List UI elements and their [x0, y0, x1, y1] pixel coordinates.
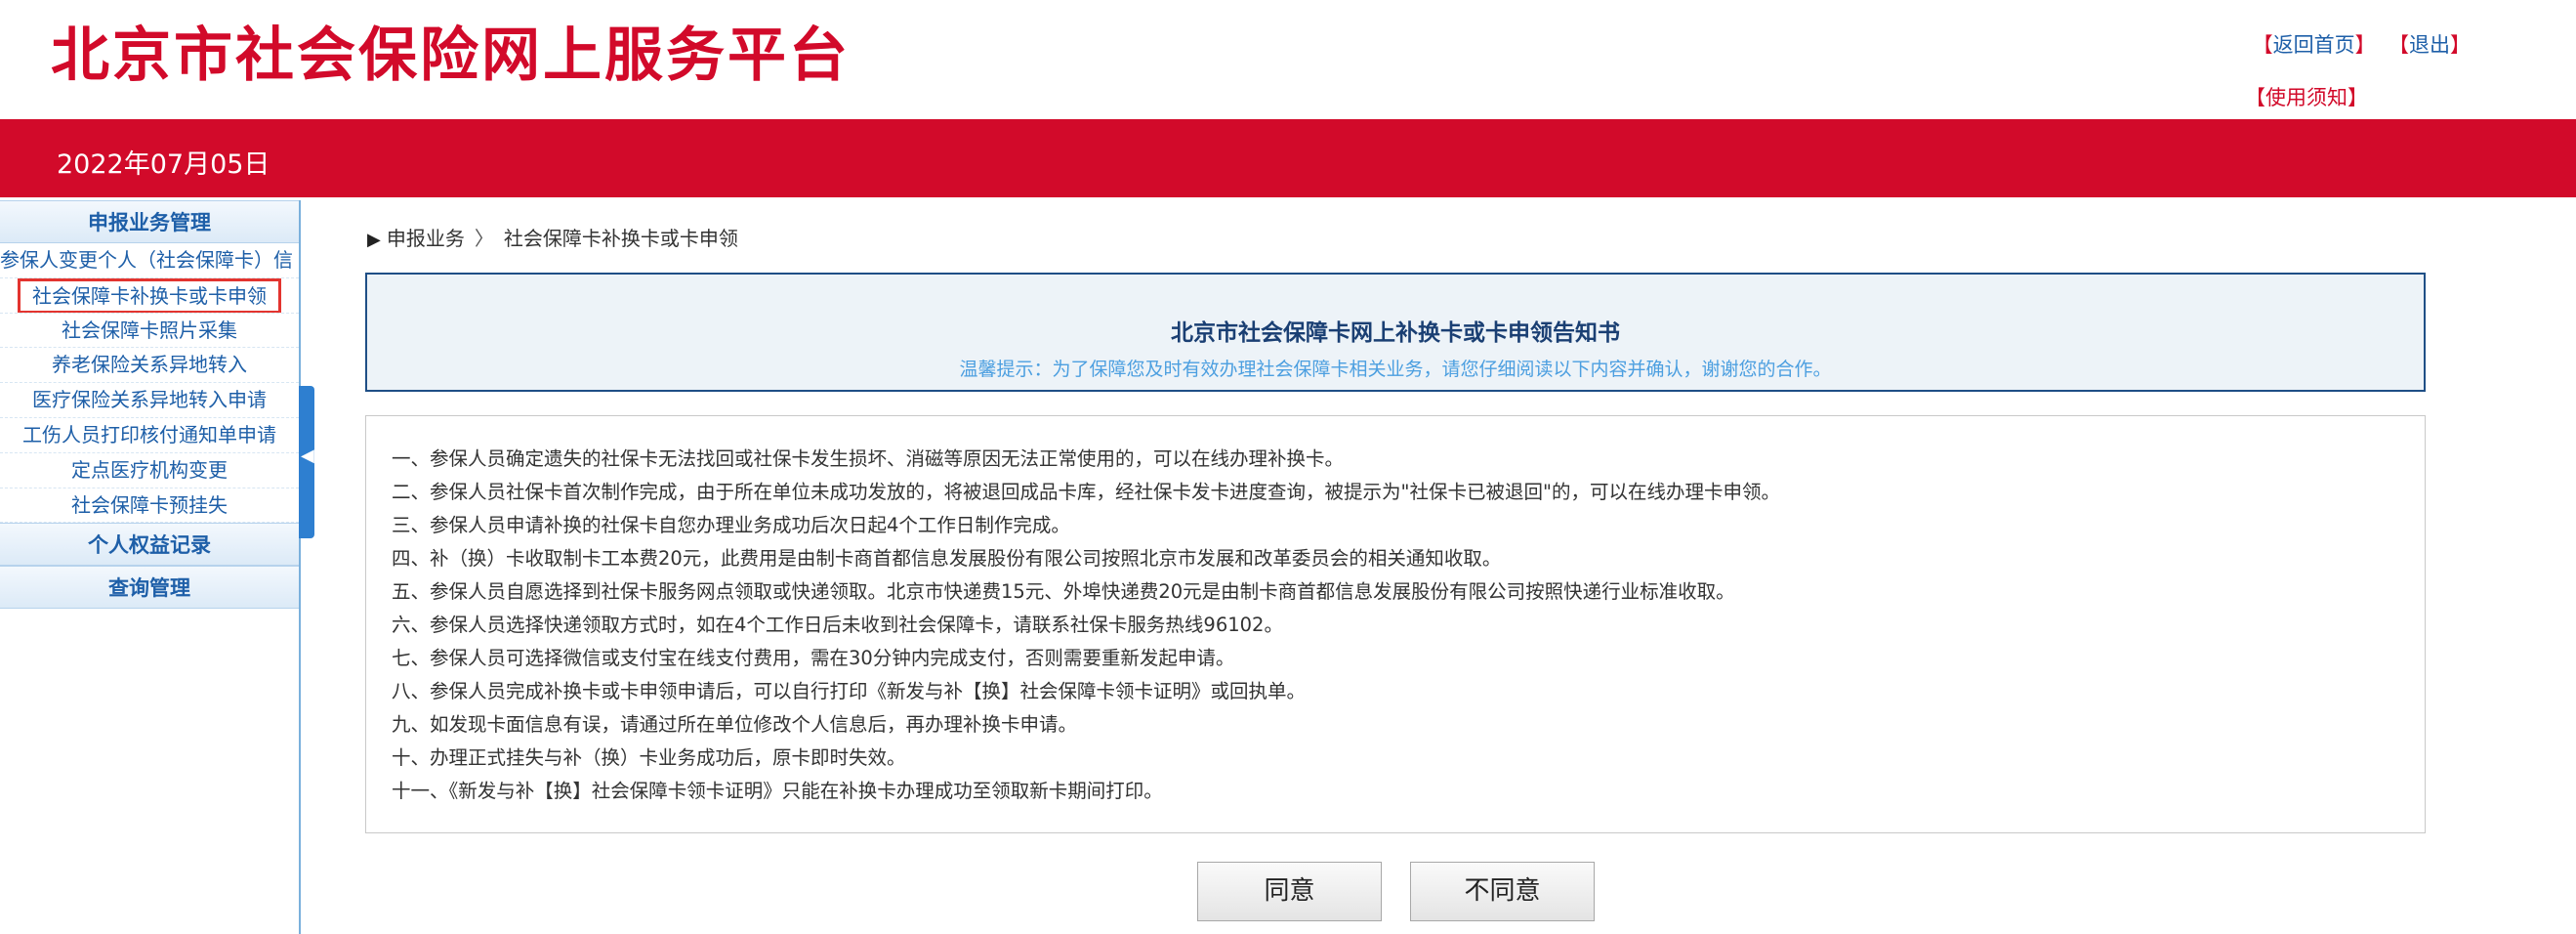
chevron-left-icon: ◀	[301, 446, 314, 466]
term-item: 九、如发现卡面信息有误，请通过所在单位修改个人信息后，再办理补换卡申请。	[392, 713, 1078, 736]
bracket-close: 】	[2450, 33, 2471, 57]
sidebar-item-card-replacement[interactable]: 社会保障卡补换卡或卡申领	[0, 277, 299, 314]
bracket-open: 【	[2245, 86, 2265, 109]
sidebar-item-pre-report-loss[interactable]: 社会保障卡预挂失	[0, 488, 299, 524]
bracket-open: 【	[2252, 33, 2273, 57]
notice-header-box: 北京市社会保障卡网上补换卡或卡申领告知书 温馨提示：为了保障您及时有效办理社会保…	[365, 273, 2426, 392]
top-links: 【返回首页】 【退出】	[2253, 29, 2471, 59]
term-item: 二、参保人员社保卡首次制作完成，由于所在单位未成功发放的，将被退回成品卡库，经社…	[392, 481, 1780, 503]
term-item: 一、参保人员确定遗失的社保卡无法找回或社保卡发生损坏、消磁等原因无法正常使用的，…	[392, 447, 1345, 470]
breadcrumb-level2: 社会保障卡补换卡或卡申领	[503, 227, 738, 250]
breadcrumb: ▶ 申报业务〉社会保障卡补换卡或卡申领	[367, 223, 738, 251]
term-item: 八、参保人员完成补换卡或卡申领申请后，可以自行打印《新发与补【换】社会保障卡领卡…	[392, 680, 1307, 702]
term-item: 十一、《新发与补【换】社会保障卡领卡证明》只能在补换卡办理成功至领取新卡期间打印…	[392, 780, 1163, 802]
bracket-open: 【	[2389, 33, 2409, 57]
sidebar-item-change-personal-info[interactable]: 参保人变更个人（社会保障卡）信	[0, 243, 299, 278]
sidebar-item-injury-notice[interactable]: 工伤人员打印核付通知单申请	[0, 418, 299, 453]
sidebar-item-medical-institution-change[interactable]: 定点医疗机构变更	[0, 453, 299, 488]
breadcrumb-separator: 〉	[474, 227, 494, 250]
notice-tip: 温馨提示：为了保障您及时有效办理社会保障卡相关业务，请您仔细阅读以下内容并确认，…	[959, 359, 1832, 380]
triangle-right-icon: ▶	[367, 230, 381, 250]
sidebar-item-photo-collection[interactable]: 社会保障卡照片采集	[0, 314, 299, 349]
home-link[interactable]: 返回首页	[2273, 33, 2355, 57]
term-item: 三、参保人员申请补换的社保卡自您办理业务成功后次日起4个工作日制作完成。	[392, 514, 1070, 536]
disagree-button[interactable]: 不同意	[1410, 862, 1595, 921]
sidebar-collapse-handle[interactable]: ◀	[299, 386, 314, 538]
notice-title: 北京市社会保障卡网上补换卡或卡申领告知书	[1171, 320, 1620, 346]
sidebar-item-label: 社会保障卡补换卡或卡申领	[18, 277, 281, 313]
sidebar: 申报业务管理 参保人变更个人（社会保障卡）信 社会保障卡补换卡或卡申领 社会保障…	[0, 200, 301, 934]
usage-notice-link[interactable]: 使用须知	[2265, 86, 2347, 109]
usage-notice: 【使用须知】	[2245, 82, 2368, 111]
date-bar: 2022年07月05日	[0, 119, 2576, 197]
header: 北京市社会保险网上服务平台 【返回首页】 【退出】 【使用须知】	[0, 0, 2576, 119]
menu-section-rights-record[interactable]: 个人权益记录	[0, 523, 299, 567]
term-item: 十、办理正式挂失与补（换）卡业务成功后，原卡即时失效。	[392, 746, 906, 769]
logout-link[interactable]: 退出	[2409, 33, 2450, 57]
terms-box: 一、参保人员确定遗失的社保卡无法找回或社保卡发生损坏、消磁等原因无法正常使用的，…	[365, 415, 2426, 833]
sidebar-item-medical-transfer[interactable]: 医疗保险关系异地转入申请	[0, 383, 299, 418]
bracket-close: 】	[2354, 33, 2376, 57]
site-title: 北京市社会保险网上服务平台	[51, 21, 851, 90]
term-item: 六、参保人员选择快递领取方式时，如在4个工作日后未收到社会保障卡，请联系社保卡服…	[392, 614, 1283, 636]
menu-section-declaration[interactable]: 申报业务管理	[0, 200, 299, 243]
bracket-close: 】	[2347, 86, 2368, 109]
term-item: 四、补（换）卡收取制卡工本费20元，此费用是由制卡商首都信息发展股份有限公司按照…	[392, 547, 1502, 570]
term-item: 五、参保人员自愿选择到社保卡服务网点领取或快递领取。北京市快递费15元、外埠快递…	[392, 580, 1735, 603]
breadcrumb-level1: 申报业务	[386, 227, 465, 250]
agree-button[interactable]: 同意	[1197, 862, 1382, 921]
term-item: 七、参保人员可选择微信或支付宝在线支付费用，需在30分钟内完成支付，否则需要重新…	[392, 647, 1235, 669]
sidebar-item-pension-transfer[interactable]: 养老保险关系异地转入	[0, 348, 299, 384]
menu-section-query[interactable]: 查询管理	[0, 566, 299, 610]
current-date: 2022年07月05日	[57, 149, 270, 180]
